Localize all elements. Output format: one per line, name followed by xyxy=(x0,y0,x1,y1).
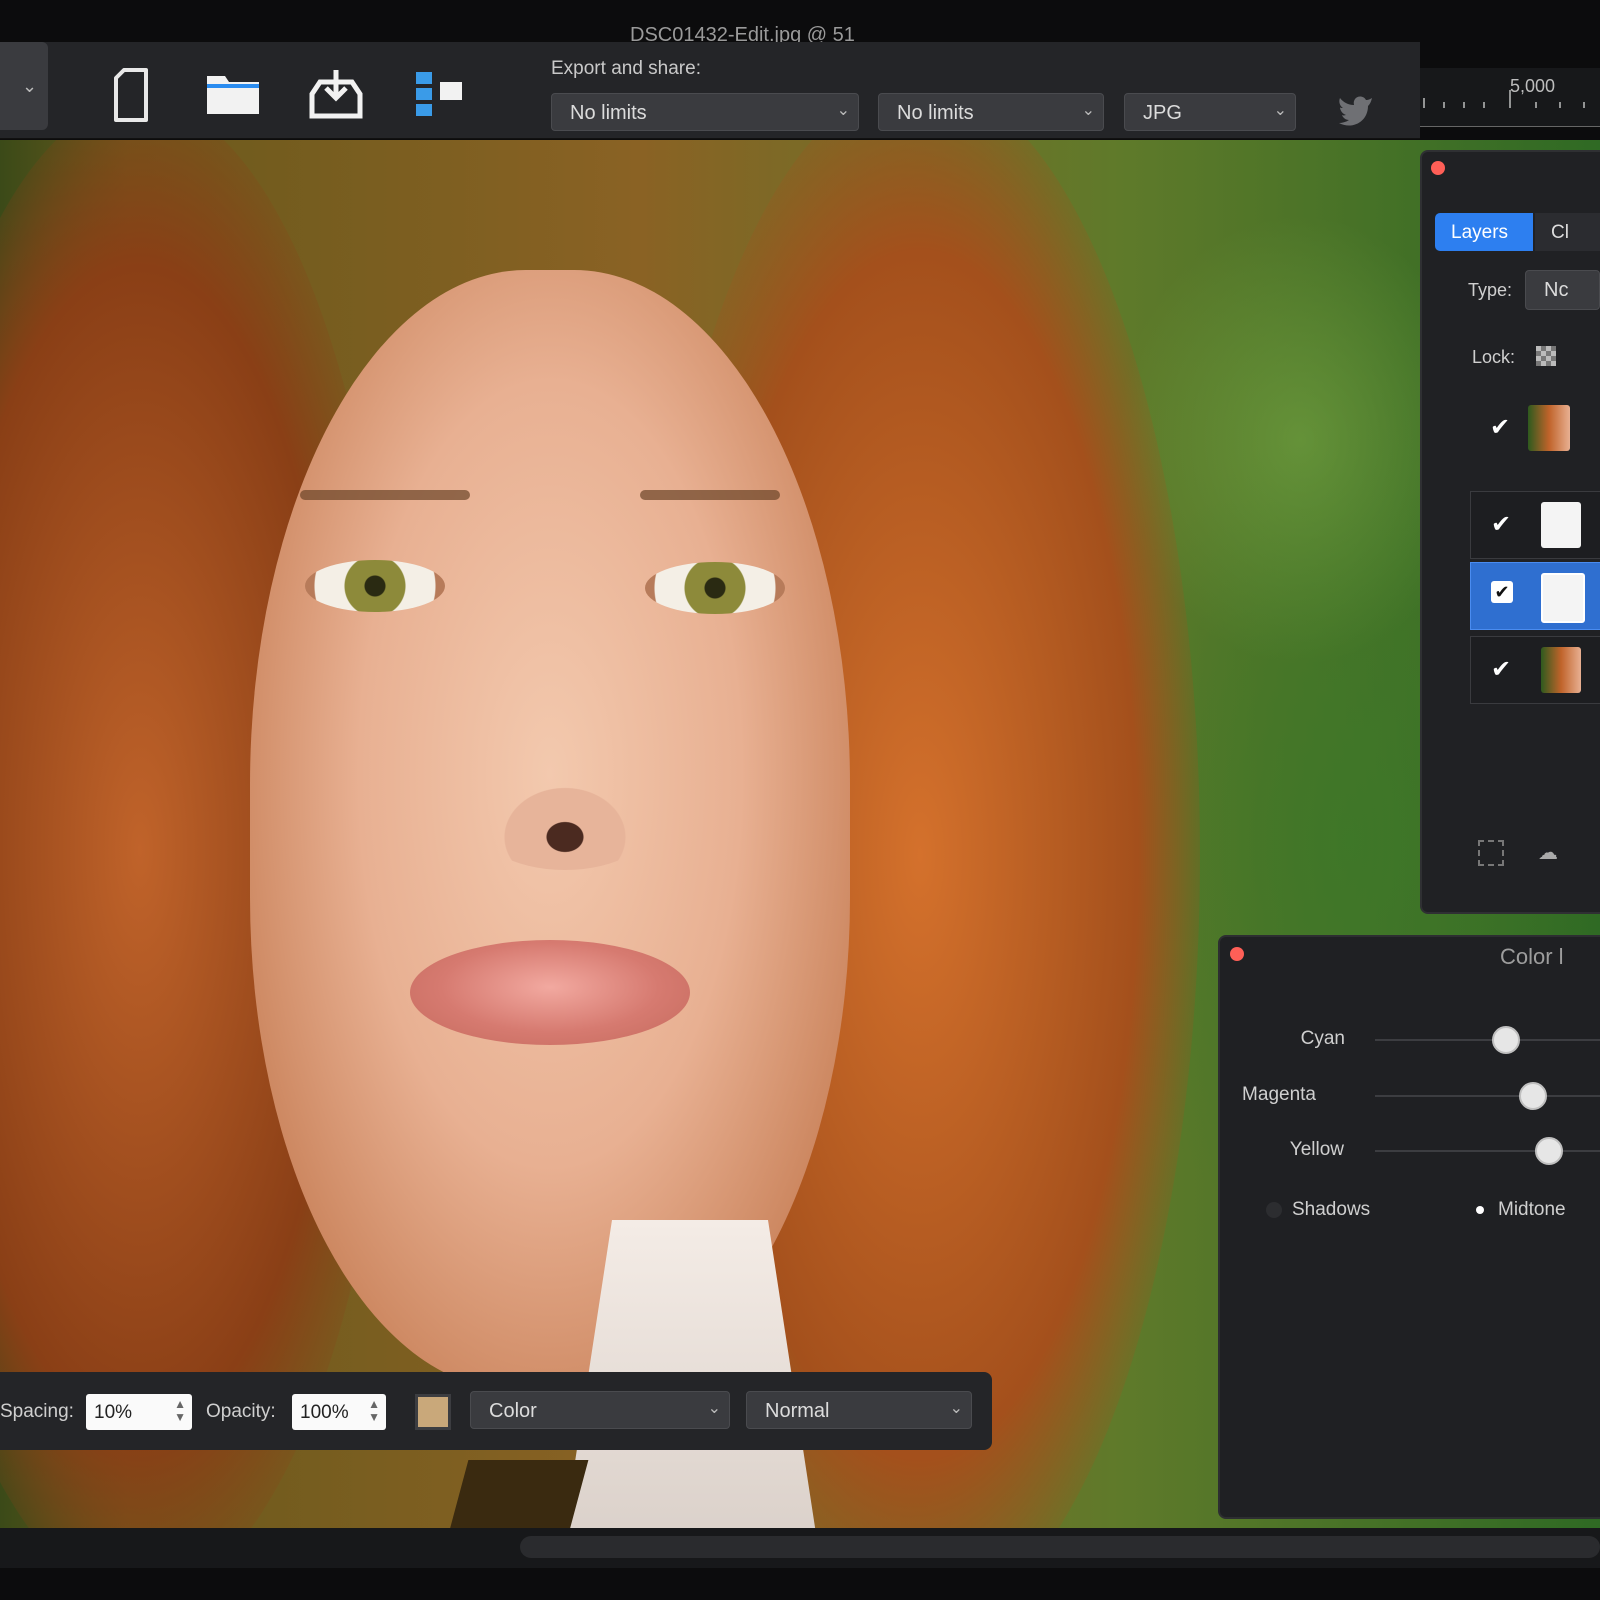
chevron-down-icon: ⌄ xyxy=(949,1400,963,1417)
visibility-check-icon[interactable]: ✔ xyxy=(1491,510,1511,539)
nose xyxy=(470,760,660,870)
close-icon[interactable] xyxy=(1230,947,1244,961)
chevron-down-icon: ⌄ xyxy=(1081,102,1095,119)
lips xyxy=(410,940,690,1045)
yellow-slider-knob[interactable] xyxy=(1535,1137,1563,1165)
slider-label-magenta: Magenta xyxy=(1242,1084,1316,1105)
tab-channels-label: Cl xyxy=(1551,222,1569,243)
midtones-radio[interactable] xyxy=(1472,1202,1488,1218)
layer-type-select[interactable]: Nc xyxy=(1525,270,1600,310)
opacity-label: Opacity: xyxy=(206,1401,276,1422)
open-folder-icon[interactable] xyxy=(203,68,263,122)
arrange-icon[interactable] xyxy=(410,68,470,122)
export-size-value: No limits xyxy=(570,102,647,124)
layer-type-label: Type: xyxy=(1468,280,1513,300)
lock-label: Lock: xyxy=(1472,347,1516,367)
magenta-slider-track[interactable] xyxy=(1375,1095,1600,1097)
tab-layers[interactable]: Layers xyxy=(1435,213,1533,251)
color-balance-panel xyxy=(1218,935,1600,1519)
tab-channels[interactable]: Cl xyxy=(1535,213,1600,251)
selection-icon[interactable] xyxy=(1478,840,1504,866)
adjustment-thumbnail xyxy=(1541,573,1585,623)
twitter-icon[interactable] xyxy=(1338,94,1374,126)
tool-dropdown-button[interactable]: ⌄ xyxy=(0,42,48,130)
layer-group-row[interactable]: ✔ xyxy=(1470,395,1600,461)
close-icon[interactable] xyxy=(1431,161,1445,175)
layer-thumbnail xyxy=(1541,647,1581,693)
left-brow xyxy=(300,490,470,500)
opacity-input[interactable]: 100% ▲ ▼ xyxy=(292,1394,386,1430)
brush-mode-select[interactable]: Color ⌄ xyxy=(470,1391,730,1429)
status-bar xyxy=(0,1568,1600,1600)
spacing-input[interactable]: 10% ▲ ▼ xyxy=(86,1394,192,1430)
right-brow xyxy=(640,490,780,500)
spacing-label: Spacing: xyxy=(0,1401,74,1422)
opacity-value: 100% xyxy=(300,1402,349,1423)
new-document-icon[interactable] xyxy=(102,68,162,122)
layer-row-selected[interactable]: ✔ xyxy=(1470,562,1600,630)
color-swatch[interactable] xyxy=(415,1394,451,1430)
slider-label-yellow: Yellow xyxy=(1289,1139,1344,1160)
export-format-select[interactable]: JPG ⌄ xyxy=(1124,93,1296,131)
export-filesize-value: No limits xyxy=(897,102,974,124)
brush-mode-value: Color xyxy=(489,1400,537,1422)
chevron-down-icon: ⌄ xyxy=(836,102,850,119)
right-eye xyxy=(645,562,785,614)
chevron-down-icon: ⌄ xyxy=(1273,102,1287,119)
midtones-label: Midtone xyxy=(1498,1199,1566,1220)
adjustment-thumbnail xyxy=(1541,502,1581,548)
tab-layers-label: Layers xyxy=(1451,222,1509,243)
stepper-icon[interactable]: ▲ ▼ xyxy=(368,1398,380,1424)
ruler-label: 5,000 xyxy=(1510,76,1556,96)
cyan-slider-track[interactable] xyxy=(1375,1039,1600,1041)
spacing-value: 10% xyxy=(94,1402,133,1423)
slider-label-cyan: Cyan xyxy=(1300,1028,1345,1049)
shadows-label: Shadows xyxy=(1292,1199,1371,1220)
blend-mode-value: Normal xyxy=(765,1400,830,1422)
visibility-check-icon[interactable]: ✔ xyxy=(1491,581,1513,603)
visibility-check-icon[interactable]: ✔ xyxy=(1491,655,1511,684)
save-tray-icon[interactable] xyxy=(306,68,366,122)
blend-mode-select[interactable]: Normal ⌄ xyxy=(746,1391,972,1429)
layer-type-value: Nc xyxy=(1544,279,1569,301)
lock-transparency-icon[interactable] xyxy=(1536,346,1556,366)
shadows-radio[interactable] xyxy=(1266,1202,1282,1218)
export-size-select[interactable]: No limits ⌄ xyxy=(551,93,859,131)
yellow-slider-track[interactable] xyxy=(1375,1150,1600,1152)
chevron-down-icon: ⌄ xyxy=(22,76,38,96)
magenta-slider-knob[interactable] xyxy=(1519,1082,1547,1110)
export-label: Export and share: xyxy=(551,58,701,79)
panel-title: Color l xyxy=(1500,944,1564,969)
chevron-down-icon: ⌄ xyxy=(707,1400,721,1417)
cyan-slider-knob[interactable] xyxy=(1492,1026,1520,1054)
export-format-value: JPG xyxy=(1143,102,1182,124)
layer-thumbnail xyxy=(1528,405,1570,451)
brush-icon[interactable]: ☁ xyxy=(1538,840,1558,865)
stepper-icon[interactable]: ▲ ▼ xyxy=(174,1398,186,1424)
layer-row[interactable]: ✔ xyxy=(1470,491,1600,559)
export-filesize-select[interactable]: No limits ⌄ xyxy=(878,93,1104,131)
layer-row[interactable]: ✔ xyxy=(1470,636,1600,704)
visibility-check-icon[interactable]: ✔ xyxy=(1490,413,1510,442)
left-eye xyxy=(305,560,445,612)
scrollbar-thumb[interactable] xyxy=(520,1536,1600,1558)
